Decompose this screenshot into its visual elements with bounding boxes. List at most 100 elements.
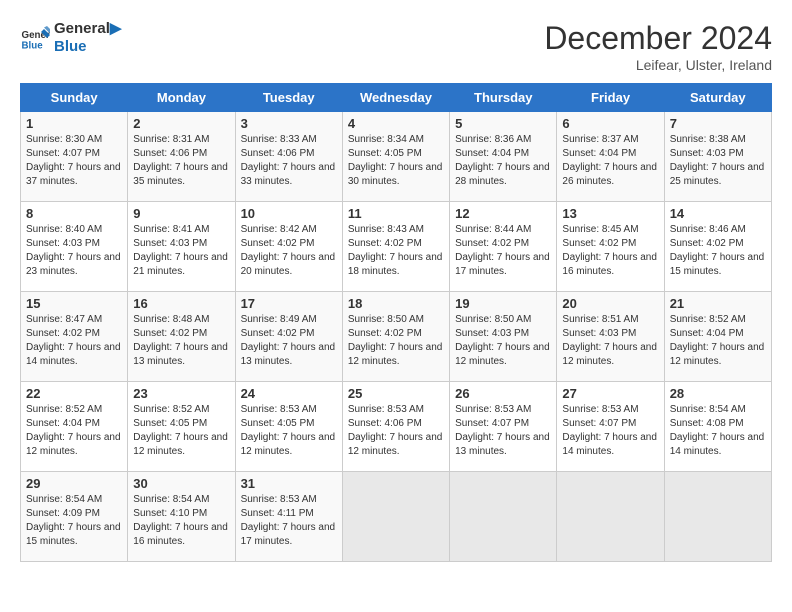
calendar-cell: 4 Sunrise: 8:34 AM Sunset: 4:05 PM Dayli… bbox=[342, 112, 449, 202]
calendar-cell bbox=[664, 472, 771, 562]
calendar-cell: 25 Sunrise: 8:53 AM Sunset: 4:06 PM Dayl… bbox=[342, 382, 449, 472]
calendar-week: 22 Sunrise: 8:52 AM Sunset: 4:04 PM Dayl… bbox=[21, 382, 772, 472]
calendar-week: 29 Sunrise: 8:54 AM Sunset: 4:09 PM Dayl… bbox=[21, 472, 772, 562]
calendar-cell: 9 Sunrise: 8:41 AM Sunset: 4:03 PM Dayli… bbox=[128, 202, 235, 292]
day-number: 13 bbox=[562, 206, 658, 221]
day-number: 18 bbox=[348, 296, 444, 311]
cell-content: Sunrise: 8:52 AM Sunset: 4:04 PM Dayligh… bbox=[26, 403, 122, 459]
calendar-cell bbox=[450, 472, 557, 562]
header-tuesday: Tuesday bbox=[235, 84, 342, 112]
logo-line2: Blue bbox=[54, 38, 121, 56]
calendar-cell: 20 Sunrise: 8:51 AM Sunset: 4:03 PM Dayl… bbox=[557, 292, 664, 382]
header-row: SundayMondayTuesdayWednesdayThursdayFrid… bbox=[21, 84, 772, 112]
day-number: 10 bbox=[241, 206, 337, 221]
day-number: 20 bbox=[562, 296, 658, 311]
calendar-cell: 24 Sunrise: 8:53 AM Sunset: 4:05 PM Dayl… bbox=[235, 382, 342, 472]
cell-content: Sunrise: 8:34 AM Sunset: 4:05 PM Dayligh… bbox=[348, 133, 444, 189]
cell-content: Sunrise: 8:46 AM Sunset: 4:02 PM Dayligh… bbox=[670, 223, 766, 279]
day-number: 7 bbox=[670, 116, 766, 131]
calendar-cell: 19 Sunrise: 8:50 AM Sunset: 4:03 PM Dayl… bbox=[450, 292, 557, 382]
day-number: 19 bbox=[455, 296, 551, 311]
month-title: December 2024 bbox=[544, 20, 772, 57]
cell-content: Sunrise: 8:31 AM Sunset: 4:06 PM Dayligh… bbox=[133, 133, 229, 189]
calendar-cell: 26 Sunrise: 8:53 AM Sunset: 4:07 PM Dayl… bbox=[450, 382, 557, 472]
calendar-week: 1 Sunrise: 8:30 AM Sunset: 4:07 PM Dayli… bbox=[21, 112, 772, 202]
day-number: 6 bbox=[562, 116, 658, 131]
logo: General Blue General▶ Blue bbox=[20, 20, 121, 56]
day-number: 12 bbox=[455, 206, 551, 221]
cell-content: Sunrise: 8:49 AM Sunset: 4:02 PM Dayligh… bbox=[241, 313, 337, 369]
header-saturday: Saturday bbox=[664, 84, 771, 112]
day-number: 1 bbox=[26, 116, 122, 131]
cell-content: Sunrise: 8:33 AM Sunset: 4:06 PM Dayligh… bbox=[241, 133, 337, 189]
day-number: 14 bbox=[670, 206, 766, 221]
calendar-cell: 12 Sunrise: 8:44 AM Sunset: 4:02 PM Dayl… bbox=[450, 202, 557, 292]
cell-content: Sunrise: 8:44 AM Sunset: 4:02 PM Dayligh… bbox=[455, 223, 551, 279]
calendar-cell: 14 Sunrise: 8:46 AM Sunset: 4:02 PM Dayl… bbox=[664, 202, 771, 292]
cell-content: Sunrise: 8:48 AM Sunset: 4:02 PM Dayligh… bbox=[133, 313, 229, 369]
day-number: 21 bbox=[670, 296, 766, 311]
day-number: 25 bbox=[348, 386, 444, 401]
cell-content: Sunrise: 8:36 AM Sunset: 4:04 PM Dayligh… bbox=[455, 133, 551, 189]
calendar-cell: 23 Sunrise: 8:52 AM Sunset: 4:05 PM Dayl… bbox=[128, 382, 235, 472]
day-number: 2 bbox=[133, 116, 229, 131]
location-subtitle: Leifear, Ulster, Ireland bbox=[544, 57, 772, 73]
calendar-cell bbox=[342, 472, 449, 562]
cell-content: Sunrise: 8:50 AM Sunset: 4:03 PM Dayligh… bbox=[455, 313, 551, 369]
logo-icon: General Blue bbox=[20, 23, 50, 53]
cell-content: Sunrise: 8:54 AM Sunset: 4:10 PM Dayligh… bbox=[133, 493, 229, 549]
day-number: 5 bbox=[455, 116, 551, 131]
calendar-cell: 18 Sunrise: 8:50 AM Sunset: 4:02 PM Dayl… bbox=[342, 292, 449, 382]
calendar-cell: 17 Sunrise: 8:49 AM Sunset: 4:02 PM Dayl… bbox=[235, 292, 342, 382]
title-area: December 2024 Leifear, Ulster, Ireland bbox=[544, 20, 772, 73]
cell-content: Sunrise: 8:40 AM Sunset: 4:03 PM Dayligh… bbox=[26, 223, 122, 279]
calendar-cell: 30 Sunrise: 8:54 AM Sunset: 4:10 PM Dayl… bbox=[128, 472, 235, 562]
header-wednesday: Wednesday bbox=[342, 84, 449, 112]
cell-content: Sunrise: 8:45 AM Sunset: 4:02 PM Dayligh… bbox=[562, 223, 658, 279]
day-number: 9 bbox=[133, 206, 229, 221]
calendar-cell: 5 Sunrise: 8:36 AM Sunset: 4:04 PM Dayli… bbox=[450, 112, 557, 202]
calendar-cell: 2 Sunrise: 8:31 AM Sunset: 4:06 PM Dayli… bbox=[128, 112, 235, 202]
calendar-cell: 7 Sunrise: 8:38 AM Sunset: 4:03 PM Dayli… bbox=[664, 112, 771, 202]
cell-content: Sunrise: 8:52 AM Sunset: 4:04 PM Dayligh… bbox=[670, 313, 766, 369]
cell-content: Sunrise: 8:53 AM Sunset: 4:11 PM Dayligh… bbox=[241, 493, 337, 549]
day-number: 29 bbox=[26, 476, 122, 491]
cell-content: Sunrise: 8:37 AM Sunset: 4:04 PM Dayligh… bbox=[562, 133, 658, 189]
calendar-cell: 27 Sunrise: 8:53 AM Sunset: 4:07 PM Dayl… bbox=[557, 382, 664, 472]
calendar-cell: 11 Sunrise: 8:43 AM Sunset: 4:02 PM Dayl… bbox=[342, 202, 449, 292]
calendar-cell: 31 Sunrise: 8:53 AM Sunset: 4:11 PM Dayl… bbox=[235, 472, 342, 562]
cell-content: Sunrise: 8:54 AM Sunset: 4:08 PM Dayligh… bbox=[670, 403, 766, 459]
header: General Blue General▶ Blue December 2024… bbox=[20, 20, 772, 73]
cell-content: Sunrise: 8:42 AM Sunset: 4:02 PM Dayligh… bbox=[241, 223, 337, 279]
day-number: 17 bbox=[241, 296, 337, 311]
svg-text:Blue: Blue bbox=[22, 41, 44, 52]
cell-content: Sunrise: 8:47 AM Sunset: 4:02 PM Dayligh… bbox=[26, 313, 122, 369]
cell-content: Sunrise: 8:53 AM Sunset: 4:05 PM Dayligh… bbox=[241, 403, 337, 459]
cell-content: Sunrise: 8:30 AM Sunset: 4:07 PM Dayligh… bbox=[26, 133, 122, 189]
cell-content: Sunrise: 8:53 AM Sunset: 4:06 PM Dayligh… bbox=[348, 403, 444, 459]
cell-content: Sunrise: 8:54 AM Sunset: 4:09 PM Dayligh… bbox=[26, 493, 122, 549]
cell-content: Sunrise: 8:53 AM Sunset: 4:07 PM Dayligh… bbox=[455, 403, 551, 459]
day-number: 16 bbox=[133, 296, 229, 311]
logo-line1: General▶ bbox=[54, 20, 121, 38]
day-number: 27 bbox=[562, 386, 658, 401]
calendar-cell: 21 Sunrise: 8:52 AM Sunset: 4:04 PM Dayl… bbox=[664, 292, 771, 382]
day-number: 30 bbox=[133, 476, 229, 491]
day-number: 23 bbox=[133, 386, 229, 401]
calendar-cell: 29 Sunrise: 8:54 AM Sunset: 4:09 PM Dayl… bbox=[21, 472, 128, 562]
calendar-week: 8 Sunrise: 8:40 AM Sunset: 4:03 PM Dayli… bbox=[21, 202, 772, 292]
header-monday: Monday bbox=[128, 84, 235, 112]
cell-content: Sunrise: 8:43 AM Sunset: 4:02 PM Dayligh… bbox=[348, 223, 444, 279]
cell-content: Sunrise: 8:50 AM Sunset: 4:02 PM Dayligh… bbox=[348, 313, 444, 369]
cell-content: Sunrise: 8:52 AM Sunset: 4:05 PM Dayligh… bbox=[133, 403, 229, 459]
calendar-cell: 22 Sunrise: 8:52 AM Sunset: 4:04 PM Dayl… bbox=[21, 382, 128, 472]
cell-content: Sunrise: 8:53 AM Sunset: 4:07 PM Dayligh… bbox=[562, 403, 658, 459]
calendar-cell: 3 Sunrise: 8:33 AM Sunset: 4:06 PM Dayli… bbox=[235, 112, 342, 202]
day-number: 22 bbox=[26, 386, 122, 401]
calendar-table: SundayMondayTuesdayWednesdayThursdayFrid… bbox=[20, 83, 772, 562]
header-thursday: Thursday bbox=[450, 84, 557, 112]
calendar-cell: 6 Sunrise: 8:37 AM Sunset: 4:04 PM Dayli… bbox=[557, 112, 664, 202]
cell-content: Sunrise: 8:51 AM Sunset: 4:03 PM Dayligh… bbox=[562, 313, 658, 369]
cell-content: Sunrise: 8:38 AM Sunset: 4:03 PM Dayligh… bbox=[670, 133, 766, 189]
calendar-cell: 16 Sunrise: 8:48 AM Sunset: 4:02 PM Dayl… bbox=[128, 292, 235, 382]
